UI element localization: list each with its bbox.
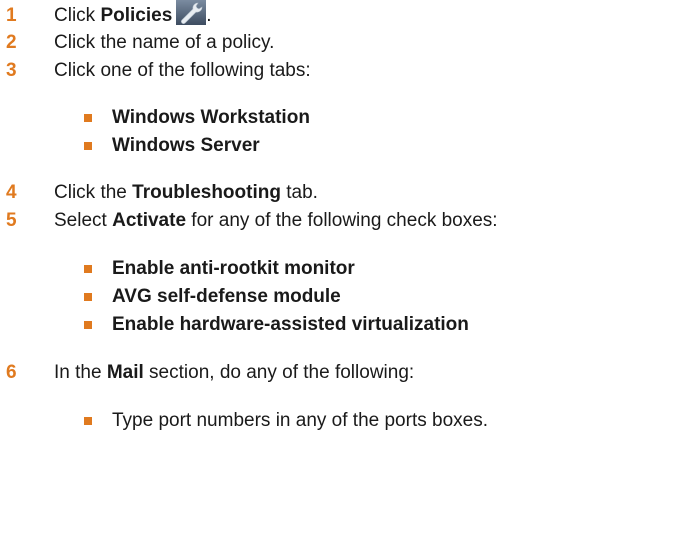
- bullet-icon: [84, 293, 92, 301]
- bullet-icon: [84, 321, 92, 329]
- step-2: 2 Click the name of a policy.: [0, 30, 274, 56]
- instruction-document: 1 Click Policies . 2 Click the name of a…: [0, 0, 681, 556]
- policies-label: Policies: [100, 5, 173, 26]
- step-number: 4: [6, 182, 17, 203]
- step-number: 3: [6, 60, 17, 81]
- mail-label: Mail: [106, 362, 144, 383]
- step-6: 6 In the Mail section, do any of the fol…: [0, 360, 414, 386]
- activate-label: Activate: [112, 210, 187, 231]
- list-item: Enable hardware-assisted virtualization: [84, 312, 469, 338]
- bullet-icon: [84, 114, 92, 122]
- list-item: Windows Workstation: [84, 105, 310, 131]
- step-number: 1: [6, 5, 17, 26]
- step-number: 5: [6, 210, 17, 231]
- step-1: 1 Click Policies .: [0, 0, 212, 29]
- list-item: Windows Server: [84, 133, 260, 159]
- step-text: Select Activate for any of the following…: [54, 210, 498, 231]
- step-text: Click one of the following tabs:: [54, 60, 311, 81]
- step-4: 4 Click the Troubleshooting tab.: [0, 180, 318, 206]
- bullet-icon: [84, 417, 92, 425]
- step-text: Click the Troubleshooting tab.: [54, 182, 318, 203]
- step-text: Click the name of a policy.: [54, 32, 275, 53]
- list-item: Enable anti-rootkit monitor: [84, 256, 355, 282]
- bullet-icon: [84, 265, 92, 273]
- step-number: 2: [6, 32, 17, 53]
- troubleshooting-label: Troubleshooting: [132, 182, 281, 203]
- step-text: Click Policies .: [54, 0, 212, 29]
- step-text: In the Mail section, do any of the follo…: [54, 362, 415, 383]
- bullet-icon: [84, 142, 92, 150]
- wrench-icon: [176, 0, 207, 25]
- step-number: 6: [6, 362, 17, 383]
- list-item: Type port numbers in any of the ports bo…: [84, 408, 488, 434]
- list-item: AVG self-defense module: [84, 284, 341, 310]
- step-5: 5 Select Activate for any of the followi…: [0, 208, 498, 234]
- step-3: 3 Click one of the following tabs:: [0, 58, 311, 84]
